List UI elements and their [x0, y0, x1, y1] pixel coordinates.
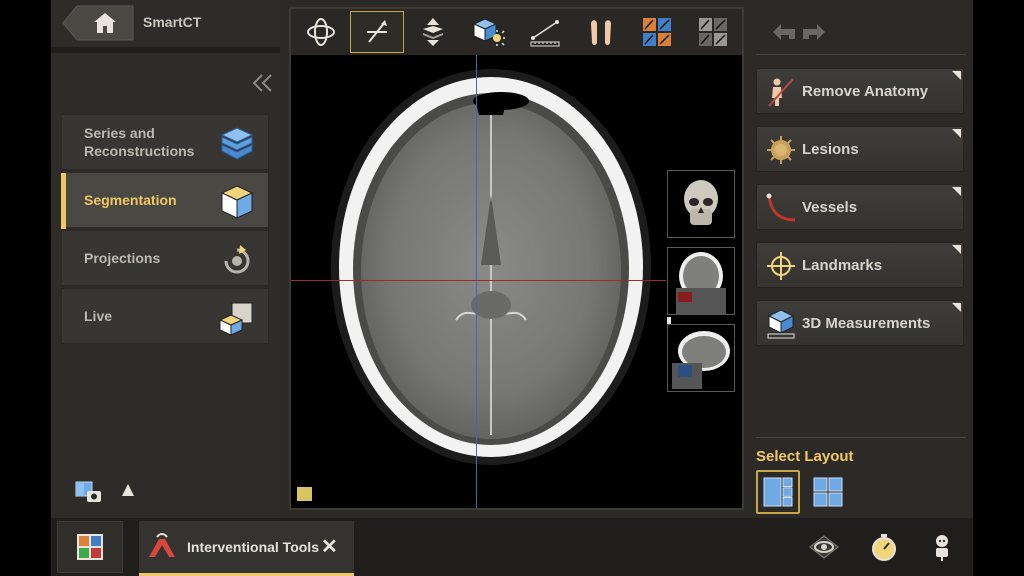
landmarks-button[interactable]: Landmarks	[756, 242, 964, 288]
thumbnail-coronal[interactable]	[667, 247, 735, 315]
layout-main-side-icon	[763, 477, 793, 507]
coronal-slice-image	[676, 252, 726, 314]
tab-interventional-tools[interactable]: Interventional Tools ✕	[139, 521, 354, 576]
right-panel: Remove Anatomy Lesions Vessels Landmarks…	[751, 0, 973, 518]
layout-option-2[interactable]	[806, 470, 850, 514]
snapshot-icon[interactable]	[75, 480, 103, 504]
close-tab-icon[interactable]: ✕	[321, 534, 338, 559]
app-grid-icon	[77, 534, 103, 560]
tool-window-level[interactable]	[350, 11, 404, 53]
vessel-icon	[766, 193, 796, 222]
window-level-tool-icon	[367, 20, 387, 43]
app-title: SmartCT	[143, 14, 202, 30]
color-map-icon	[643, 18, 671, 46]
viewport-marker	[297, 487, 312, 501]
nav-item-label: Series and Reconstructions	[84, 125, 195, 159]
remove-anatomy-label: Remove Anatomy	[802, 83, 929, 100]
tool-color-map[interactable]	[630, 11, 684, 53]
expand-up-icon[interactable]	[121, 483, 135, 497]
ruler-tool-icon	[530, 20, 560, 47]
ct-viewport[interactable]	[291, 55, 742, 508]
lesion-icon	[767, 136, 795, 164]
tool-gray-map[interactable]	[686, 11, 740, 53]
rotate-tool-icon	[307, 18, 335, 46]
undo-icon[interactable]	[773, 24, 795, 40]
feet-orientation-icon	[591, 20, 611, 45]
tool-slab[interactable]	[406, 11, 460, 53]
viewer-toolbar	[291, 9, 742, 55]
tool-ruler[interactable]	[518, 11, 572, 53]
nav-item-label: Segmentation	[84, 192, 177, 208]
vessels-label: Vessels	[802, 199, 858, 216]
tool-rotate[interactable]	[294, 11, 348, 53]
nav-item-label: Projections	[84, 250, 161, 266]
user-robot-icon[interactable]	[927, 532, 957, 562]
thumbnail-3d-skull[interactable]	[667, 170, 735, 238]
3d-measurements-button[interactable]: 3D Measurements	[756, 300, 964, 346]
lesions-button[interactable]: Lesions	[756, 126, 964, 172]
layout-option-1[interactable]	[756, 470, 800, 514]
timer-icon[interactable]	[869, 532, 899, 562]
bottom-taskbar: Interventional Tools ✕	[51, 518, 973, 576]
sagittal-slice-image	[672, 331, 730, 389]
gray-map-icon	[699, 18, 727, 46]
slice-position-indicator	[667, 317, 671, 324]
app-launcher-button[interactable]	[57, 521, 123, 573]
layout-grid-icon	[813, 477, 843, 507]
tool-orientation-feet[interactable]	[574, 11, 628, 53]
collapse-panel-icon[interactable]	[251, 72, 275, 94]
undo-redo-group	[773, 24, 825, 40]
crosshair-horizontal	[291, 280, 666, 281]
redo-icon[interactable]	[803, 24, 825, 40]
smartct-app: SmartCT Series and Reconstructions Segme…	[51, 0, 973, 576]
remove-anatomy-icon	[768, 78, 794, 107]
left-panel: SmartCT Series and Reconstructions Segme…	[51, 0, 280, 518]
crosshair-vertical	[476, 55, 477, 508]
skull-3d-image	[684, 180, 718, 225]
divider	[756, 54, 966, 55]
nav-item-projections[interactable]: Projections	[61, 230, 269, 286]
divider	[756, 437, 966, 438]
remove-anatomy-button[interactable]: Remove Anatomy	[756, 68, 964, 114]
interventional-tools-icon	[149, 533, 175, 557]
measurement-cube-icon	[767, 309, 795, 339]
home-button[interactable]	[61, 4, 135, 42]
slab-tool-icon	[423, 18, 443, 46]
divider	[51, 47, 280, 53]
landmark-crosshair-icon	[767, 252, 795, 280]
tool-volume-light[interactable]	[462, 11, 516, 53]
nav-item-series-reconstructions[interactable]: Series and Reconstructions	[61, 114, 269, 170]
vessels-button[interactable]: Vessels	[756, 184, 964, 230]
landmarks-label: Landmarks	[802, 257, 883, 274]
live-cube-icon	[218, 302, 253, 336]
volume-light-tool-icon	[473, 18, 505, 46]
rotate-icon	[224, 245, 250, 274]
cube-icon	[220, 185, 254, 219]
3d-measurements-label: 3D Measurements	[802, 315, 931, 332]
select-layout-title: Select Layout	[756, 448, 854, 465]
nav-item-live[interactable]: Live	[61, 288, 269, 344]
visibility-icon[interactable]	[809, 532, 839, 562]
nav-item-label: Live	[84, 308, 113, 324]
nav-item-segmentation[interactable]: Segmentation	[61, 172, 269, 229]
stack-cube-icon	[220, 127, 254, 160]
lesions-label: Lesions	[802, 141, 859, 158]
tab-label: Interventional Tools	[187, 539, 319, 555]
thumbnail-sagittal[interactable]	[667, 324, 735, 392]
